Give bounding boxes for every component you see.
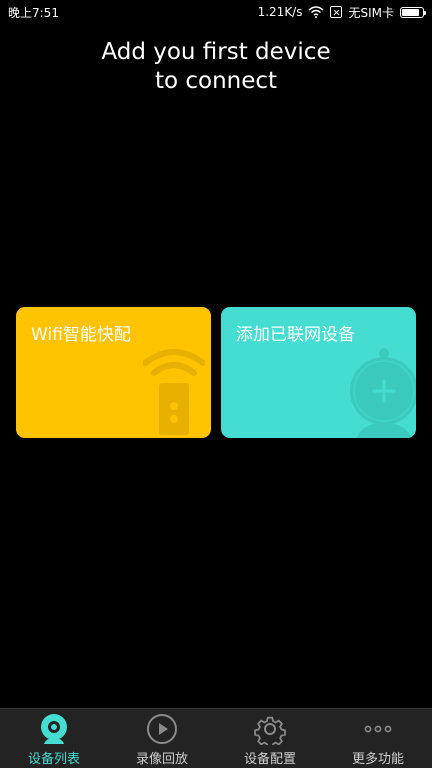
network-speed: 1.21K/s [257, 5, 303, 19]
screen: 晚上7:51 1.21K/s 无SIM卡 Add you first devic… [0, 0, 432, 768]
status-indicators: 1.21K/s 无SIM卡 [257, 4, 426, 21]
status-bar: 晚上7:51 1.21K/s 无SIM卡 [0, 0, 432, 24]
nav-label-device-config: 设备配置 [243, 752, 296, 767]
wifi-signal-icon [308, 6, 324, 18]
add-connected-device-label: 添加已联网设备 [236, 325, 355, 345]
nav-label-more: 更多功能 [351, 752, 404, 767]
wifi-quick-config-card[interactable]: Wifi智能快配 [16, 307, 211, 438]
gear-icon [254, 716, 286, 745]
battery-icon [400, 6, 426, 18]
nav-item-more[interactable]: 更多功能 [324, 709, 432, 768]
sim-status: 无SIM卡 [348, 5, 394, 20]
battery-level [402, 8, 420, 16]
wifi-quick-config-label: Wifi智能快配 [31, 325, 131, 345]
nav-item-device-list[interactable]: 设备列表 [0, 709, 108, 768]
nav-label-playback: 录像回放 [135, 752, 188, 767]
more-icon [364, 725, 392, 733]
no-sim-icon [330, 6, 343, 18]
page-title: Add you first device to connect [0, 38, 432, 96]
nav-item-device-config[interactable]: 设备配置 [216, 709, 324, 768]
play-icon [147, 714, 177, 744]
bottom-nav: 设备列表 录像回放 设备配置 更多功能 [0, 708, 432, 768]
title-line-2: to connect [154, 68, 278, 94]
status-time: 晚上7:51 [8, 5, 59, 20]
nav-label-device-list: 设备列表 [27, 752, 80, 767]
wifi-router-icon [143, 349, 205, 435]
title-line-1: Add you first device [101, 39, 331, 65]
add-connected-device-card[interactable]: 添加已联网设备 [221, 307, 416, 438]
add-camera-icon [350, 348, 416, 438]
camera-icon [41, 714, 67, 744]
nav-item-playback[interactable]: 录像回放 [108, 709, 216, 768]
